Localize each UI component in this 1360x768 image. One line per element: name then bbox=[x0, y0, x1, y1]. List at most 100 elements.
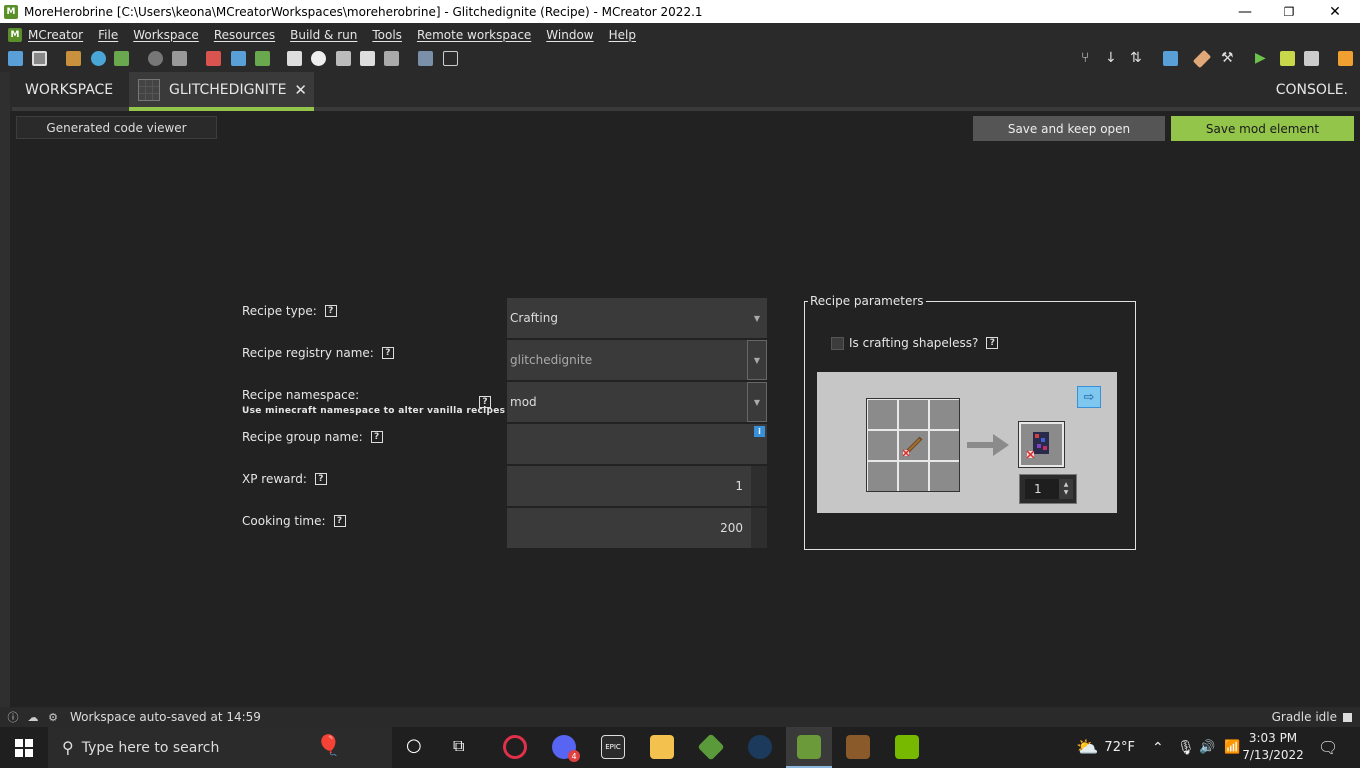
weather-widget[interactable]: ⛅ 72°F bbox=[1076, 727, 1135, 768]
stop-icon[interactable] bbox=[1304, 51, 1319, 66]
help-icon[interactable]: ? bbox=[381, 347, 394, 359]
crafting-slot[interactable] bbox=[930, 462, 959, 491]
spinner-arrows-icon[interactable]: ▲ ▼ bbox=[1059, 479, 1073, 499]
save-mod-element-button[interactable]: Save mod element bbox=[1171, 116, 1354, 141]
taskbar-search-box[interactable]: ⚲ Type here to search 🎈 bbox=[48, 727, 392, 768]
namespace-field[interactable]: mod ▼ bbox=[507, 382, 767, 422]
crafting-slot[interactable] bbox=[930, 431, 959, 460]
crafting-slot[interactable] bbox=[868, 462, 897, 491]
tool-f-icon[interactable] bbox=[336, 51, 351, 66]
volume-icon[interactable]: 🔊 bbox=[1199, 727, 1215, 768]
group-name-field[interactable] bbox=[507, 424, 767, 464]
workspace-settings-icon[interactable] bbox=[8, 51, 23, 66]
minimize-button[interactable]: — bbox=[1222, 0, 1268, 23]
run-icon[interactable]: ▶ bbox=[1255, 50, 1266, 66]
run-server-icon[interactable] bbox=[1280, 51, 1295, 66]
epic-games-app-icon[interactable]: EPIC bbox=[601, 735, 625, 759]
menu-window[interactable]: Window bbox=[546, 28, 593, 42]
folder-icon[interactable] bbox=[1163, 51, 1178, 66]
close-window-button[interactable]: ✕ bbox=[1312, 0, 1358, 23]
help-icon[interactable]: ? bbox=[370, 431, 383, 443]
tab-workspace[interactable]: WORKSPACE bbox=[12, 72, 129, 111]
menu-workspace[interactable]: Workspace bbox=[133, 28, 199, 42]
help-icon[interactable]: ? bbox=[986, 337, 999, 349]
save-and-keep-open-button[interactable]: Save and keep open bbox=[973, 116, 1165, 141]
help-icon[interactable]: ? bbox=[479, 396, 491, 408]
git-branch-icon[interactable]: ⑂ bbox=[1081, 50, 1089, 66]
tool-a-icon[interactable] bbox=[206, 51, 221, 66]
tool-d-icon[interactable] bbox=[287, 51, 302, 66]
microphone-icon[interactable]: 🎙 bbox=[1177, 727, 1195, 768]
export-icon[interactable] bbox=[1338, 51, 1353, 66]
mcreator-taskbar-button[interactable] bbox=[786, 727, 832, 768]
recipe-type-select[interactable]: Crafting ▼ bbox=[507, 298, 767, 338]
tool-h-icon[interactable] bbox=[384, 51, 399, 66]
tool-i-icon[interactable] bbox=[418, 51, 433, 66]
file-explorer-app-icon[interactable] bbox=[650, 735, 674, 759]
registry-name-field[interactable]: glitchedignite ▼ bbox=[507, 340, 767, 380]
menu-tools[interactable]: Tools bbox=[372, 28, 402, 42]
download-icon[interactable]: ↓ bbox=[1105, 50, 1117, 66]
help-icon[interactable]: ? bbox=[333, 515, 346, 527]
shapeless-checkbox[interactable] bbox=[831, 337, 844, 350]
spinner-buttons[interactable] bbox=[751, 466, 767, 506]
upload-icon[interactable]: ⇅ bbox=[1130, 50, 1142, 66]
help-icon[interactable]: ? bbox=[324, 305, 337, 317]
menu-help[interactable]: Help bbox=[609, 28, 636, 42]
opera-app-icon[interactable] bbox=[503, 735, 527, 759]
texture-icon[interactable] bbox=[114, 51, 129, 66]
xp-reward-spinner[interactable]: 1 bbox=[507, 466, 767, 506]
sync-icon[interactable]: ☁ bbox=[26, 711, 40, 724]
crafting-slot[interactable] bbox=[899, 462, 928, 491]
steam-app-icon[interactable] bbox=[748, 735, 772, 759]
result-count-value[interactable]: 1 bbox=[1025, 479, 1059, 499]
cooking-time-spinner[interactable]: 200 bbox=[507, 508, 767, 548]
menu-remote-workspace[interactable]: Remote workspace bbox=[417, 28, 531, 42]
model-icon[interactable] bbox=[172, 51, 187, 66]
menu-build-run[interactable]: Build & run bbox=[290, 28, 357, 42]
sound-icon[interactable] bbox=[148, 51, 163, 66]
chevron-up-icon[interactable]: ⌃ bbox=[1152, 727, 1164, 768]
help-icon[interactable]: ? bbox=[314, 473, 327, 485]
notifications-icon[interactable]: 🗨 bbox=[1318, 727, 1338, 768]
menu-resources[interactable]: Resources bbox=[214, 28, 275, 42]
image-editor-icon[interactable] bbox=[32, 51, 47, 66]
tool-b-icon[interactable] bbox=[231, 51, 246, 66]
menu-file[interactable]: File bbox=[98, 28, 118, 42]
menu-mcreator[interactable]: MCreator bbox=[28, 28, 83, 42]
maximize-button[interactable]: ❐ bbox=[1266, 0, 1312, 23]
hammer-icon[interactable]: ⚒ bbox=[1221, 50, 1234, 66]
task-view-icon[interactable]: ⧉ bbox=[453, 736, 464, 756]
import-icon[interactable] bbox=[91, 51, 106, 66]
generated-code-viewer-button[interactable]: Generated code viewer bbox=[16, 116, 217, 139]
stop-gradle-icon[interactable] bbox=[1343, 712, 1352, 722]
nvidia-app-icon[interactable] bbox=[895, 735, 919, 759]
spinner-buttons[interactable] bbox=[751, 508, 767, 548]
crafting-slot[interactable] bbox=[868, 400, 897, 429]
open-file-icon[interactable] bbox=[66, 51, 81, 66]
crafting-slot[interactable] bbox=[899, 400, 928, 429]
crafting-slot-center[interactable] bbox=[899, 431, 928, 460]
tool-e-icon[interactable] bbox=[311, 51, 326, 66]
crafting-table-app-icon[interactable] bbox=[846, 735, 870, 759]
result-count-spinner[interactable]: 1 ▲ ▼ bbox=[1019, 474, 1077, 504]
chevron-down-icon[interactable]: ▼ bbox=[747, 340, 767, 380]
gear-icon[interactable]: ⚙ bbox=[46, 711, 60, 724]
eraser-icon[interactable] bbox=[1192, 49, 1212, 69]
info-icon[interactable]: ⓘ bbox=[6, 709, 20, 725]
start-button[interactable] bbox=[0, 727, 48, 768]
close-icon[interactable]: ✕ bbox=[294, 81, 307, 99]
discord-app-icon[interactable]: 4 bbox=[552, 735, 580, 762]
system-clock[interactable]: 3:03 PM 7/13/2022 bbox=[1242, 730, 1304, 764]
tab-glitchedignite[interactable]: GLITCHEDIGNITE ✕ bbox=[129, 72, 314, 111]
network-icon[interactable]: 📶 bbox=[1224, 727, 1240, 768]
export-recipe-icon[interactable]: ⇨ bbox=[1077, 386, 1101, 408]
result-slot[interactable] bbox=[1018, 421, 1065, 468]
tool-g-icon[interactable] bbox=[360, 51, 375, 66]
console-tab[interactable]: CONSOLE. bbox=[1276, 72, 1348, 107]
pen-icon[interactable] bbox=[443, 51, 458, 66]
tool-c-icon[interactable] bbox=[255, 51, 270, 66]
minecraft-app-icon[interactable] bbox=[697, 733, 725, 761]
chevron-down-icon[interactable]: ▼ bbox=[747, 382, 767, 422]
cortana-icon[interactable]: ○ bbox=[406, 735, 422, 756]
